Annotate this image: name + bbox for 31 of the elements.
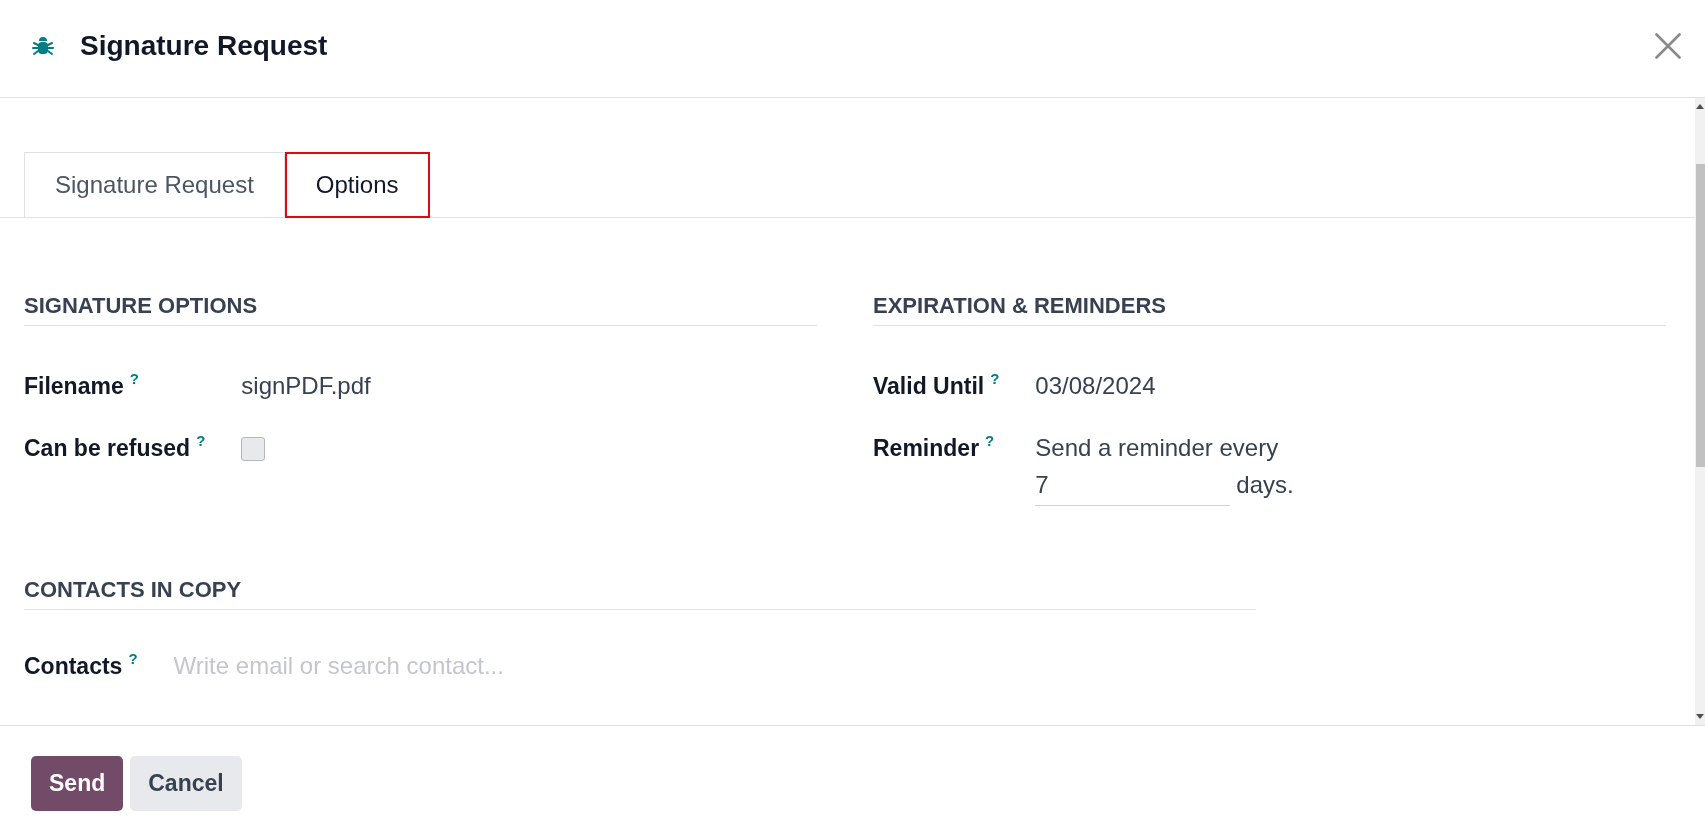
tab[interactable]: Signature Request xyxy=(24,152,285,218)
close-button[interactable] xyxy=(1655,32,1681,59)
checkbox[interactable] xyxy=(241,437,266,461)
help-mark[interactable]: ? xyxy=(129,370,139,388)
field-label: Contacts xyxy=(24,652,123,681)
field-label: Can be refused xyxy=(24,434,191,463)
section-title: SIGNATURE OPTIONS xyxy=(24,293,258,318)
send-button[interactable]: Send xyxy=(31,756,124,811)
section-title: EXPIRATION & REMINDERS xyxy=(873,293,1166,318)
dialog-title: Signature Request xyxy=(80,29,328,61)
scroll-up-icon[interactable] xyxy=(1696,104,1704,109)
reminder-text: Send a reminder every xyxy=(1035,433,1279,463)
help-mark[interactable]: ? xyxy=(985,432,995,450)
field-label: Valid Until xyxy=(873,372,985,401)
help-mark[interactable]: ? xyxy=(990,370,1000,388)
field-value[interactable]: signPDF.pdf xyxy=(241,370,371,402)
field-label: Reminder xyxy=(873,434,980,463)
help-mark[interactable]: ? xyxy=(196,432,206,450)
days-unit: days. xyxy=(1236,470,1294,500)
cancel-button[interactable]: Cancel xyxy=(130,756,242,811)
help-mark[interactable]: ? xyxy=(128,650,138,668)
section-title: CONTACTS IN COPY xyxy=(24,577,242,602)
reminder-days-field[interactable]: 7 xyxy=(1035,464,1231,506)
field-label: Filename xyxy=(24,372,124,401)
field-value[interactable]: 03/08/2024 xyxy=(1035,370,1156,402)
tab[interactable]: Options xyxy=(284,152,430,218)
scrollbar-thumb[interactable] xyxy=(1696,164,1705,467)
scrollbar[interactable] xyxy=(1695,98,1705,725)
bug-icon xyxy=(32,35,54,56)
scroll-down-icon[interactable] xyxy=(1696,714,1704,719)
contacts-field[interactable]: Write email or search contact... xyxy=(173,650,534,682)
